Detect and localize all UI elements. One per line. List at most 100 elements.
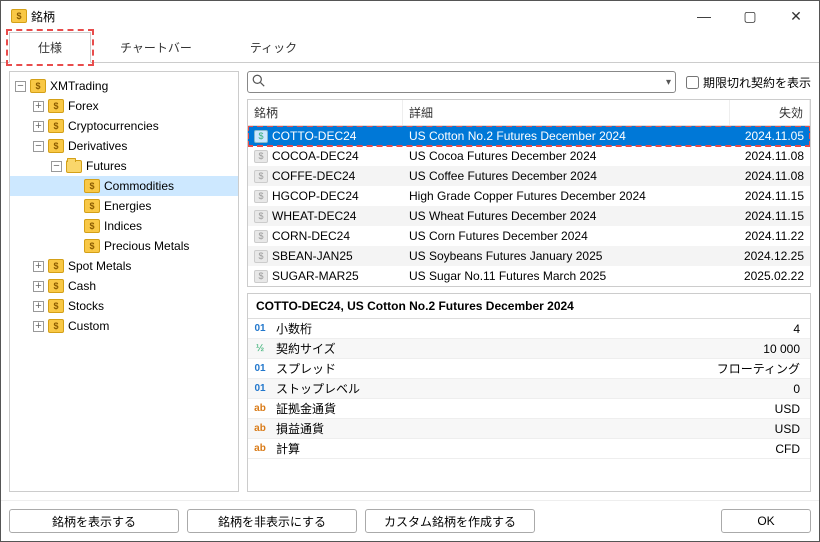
tree-item[interactable]: −$Derivatives [10, 136, 238, 156]
ok-button[interactable]: OK [721, 509, 811, 533]
tree-label: Futures [86, 159, 127, 173]
tree-label: Custom [68, 319, 109, 333]
tree-label: Spot Metals [68, 259, 131, 273]
dollar-icon: $ [48, 139, 64, 153]
details-row: 01小数桁4 [248, 319, 810, 339]
tree-item[interactable]: $Indices [10, 216, 238, 236]
symbol-desc: US Soybeans Futures January 2025 [403, 249, 730, 263]
symbol-icon: $ [254, 130, 268, 143]
tree-item[interactable]: +$Stocks [10, 296, 238, 316]
tree-label: Stocks [68, 299, 104, 313]
search-box[interactable]: ▾ [247, 71, 676, 93]
expand-icon[interactable]: + [33, 101, 44, 112]
symbol-desc: US Cocoa Futures December 2024 [403, 149, 730, 163]
symbol-grid: 銘柄 詳細 失効 $COTTO-DEC24US Cotton No.2 Futu… [247, 99, 811, 287]
dollar-icon: $ [30, 79, 46, 93]
symbol-icon: $ [254, 250, 268, 263]
tree-item[interactable]: $Precious Metals [10, 236, 238, 256]
show-expired-checkbox[interactable]: 期限切れ契約を表示 [686, 74, 811, 91]
minimize-button[interactable]: — [681, 1, 727, 31]
col-expiry[interactable]: 失効 [730, 100, 810, 125]
expand-icon[interactable]: + [33, 321, 44, 332]
detail-badge: ab [248, 443, 272, 454]
detail-name: 小数桁 [272, 320, 783, 337]
tree-item[interactable]: +$Cash [10, 276, 238, 296]
tab-1[interactable]: チャートバー [91, 32, 221, 63]
symbol-desc: US Coffee Futures December 2024 [403, 169, 730, 183]
symbol-desc: US Sugar No.11 Futures March 2025 [403, 269, 730, 283]
symbol-desc: US Corn Futures December 2024 [403, 229, 730, 243]
grid-row[interactable]: $SUGAR-MAR25US Sugar No.11 Futures March… [248, 266, 810, 286]
search-input[interactable] [269, 75, 666, 89]
tree-item[interactable]: +$Cryptocurrencies [10, 116, 238, 136]
tree-item[interactable]: $Commodities [10, 176, 238, 196]
dropdown-icon[interactable]: ▾ [666, 77, 671, 88]
detail-value: 10 000 [753, 342, 810, 356]
tree-label: Precious Metals [104, 239, 189, 253]
detail-badge: ab [248, 423, 272, 434]
detail-value: USD [765, 422, 810, 436]
symbol-expiry: 2024.11.22 [730, 229, 810, 243]
symbol-name: SUGAR-MAR25 [272, 269, 359, 283]
create-custom-button[interactable]: カスタム銘柄を作成する [365, 509, 535, 533]
folder-icon [66, 160, 82, 173]
grid-row[interactable]: $COTTO-DEC24US Cotton No.2 Futures Decem… [248, 126, 810, 146]
grid-row[interactable]: $COCOA-DEC24US Cocoa Futures December 20… [248, 146, 810, 166]
detail-value: フローティング [707, 360, 810, 377]
collapse-icon[interactable]: − [33, 141, 44, 152]
detail-name: ストップレベル [272, 380, 783, 397]
details-row: ½契約サイズ10 000 [248, 339, 810, 359]
grid-row[interactable]: $CORN-DEC24US Corn Futures December 2024… [248, 226, 810, 246]
close-button[interactable]: ✕ [773, 1, 819, 31]
footer: 銘柄を表示する 銘柄を非表示にする カスタム銘柄を作成する OK [1, 500, 819, 541]
detail-name: 契約サイズ [272, 340, 753, 357]
tree-item[interactable]: − Futures [10, 156, 238, 176]
dollar-icon: $ [48, 119, 64, 133]
detail-value: 0 [783, 382, 810, 396]
detail-badge: 01 [248, 323, 272, 334]
show-expired-input[interactable] [686, 76, 699, 89]
hide-symbol-button[interactable]: 銘柄を非表示にする [187, 509, 357, 533]
tree-label: Forex [68, 99, 99, 113]
details-panel: COTTO-DEC24, US Cotton No.2 Futures Dece… [247, 293, 811, 492]
tree-item[interactable]: −$ XMTrading [10, 76, 238, 96]
titlebar: $ 銘柄 — ▢ ✕ [1, 1, 819, 31]
symbol-expiry: 2024.11.08 [730, 149, 810, 163]
tab-2[interactable]: ティック [221, 32, 326, 63]
maximize-button[interactable]: ▢ [727, 1, 773, 31]
collapse-icon[interactable]: − [15, 81, 26, 92]
window-title: 銘柄 [31, 8, 681, 25]
grid-row[interactable]: $HGCOP-DEC24High Grade Copper Futures De… [248, 186, 810, 206]
details-row: ab損益通貨USD [248, 419, 810, 439]
tree-item[interactable]: +$Spot Metals [10, 256, 238, 276]
tab-0[interactable]: 仕様 [9, 32, 91, 63]
collapse-icon[interactable]: − [51, 161, 62, 172]
symbol-desc: High Grade Copper Futures December 2024 [403, 189, 730, 203]
symbol-name: CORN-DEC24 [272, 229, 350, 243]
symbol-expiry: 2024.11.15 [730, 209, 810, 223]
tree-item[interactable]: $Energies [10, 196, 238, 216]
tree-label: Energies [104, 199, 151, 213]
show-symbol-button[interactable]: 銘柄を表示する [9, 509, 179, 533]
dollar-icon: $ [48, 279, 64, 293]
symbol-name: HGCOP-DEC24 [272, 189, 359, 203]
grid-row[interactable]: $WHEAT-DEC24US Wheat Futures December 20… [248, 206, 810, 226]
col-symbol[interactable]: 銘柄 [248, 100, 403, 125]
grid-row[interactable]: $COFFE-DEC24US Coffee Futures December 2… [248, 166, 810, 186]
detail-badge: ½ [248, 343, 272, 354]
tree-item[interactable]: +$Forex [10, 96, 238, 116]
tree-item[interactable]: +$Custom [10, 316, 238, 336]
tree-label: Commodities [104, 179, 174, 193]
symbol-tree[interactable]: −$XMTrading+$Forex+$Cryptocurrencies−$De… [9, 71, 239, 492]
expand-icon[interactable]: + [33, 281, 44, 292]
symbol-expiry: 2024.11.08 [730, 169, 810, 183]
col-desc[interactable]: 詳細 [403, 100, 730, 125]
expand-icon[interactable]: + [33, 261, 44, 272]
symbol-name: COCOA-DEC24 [272, 149, 359, 163]
expand-icon[interactable]: + [33, 121, 44, 132]
expand-icon[interactable]: + [33, 301, 44, 312]
details-row: ab計算CFD [248, 439, 810, 459]
grid-row[interactable]: $SBEAN-JAN25US Soybeans Futures January … [248, 246, 810, 266]
tree-label: XMTrading [50, 79, 108, 93]
symbol-name: COFFE-DEC24 [272, 169, 355, 183]
